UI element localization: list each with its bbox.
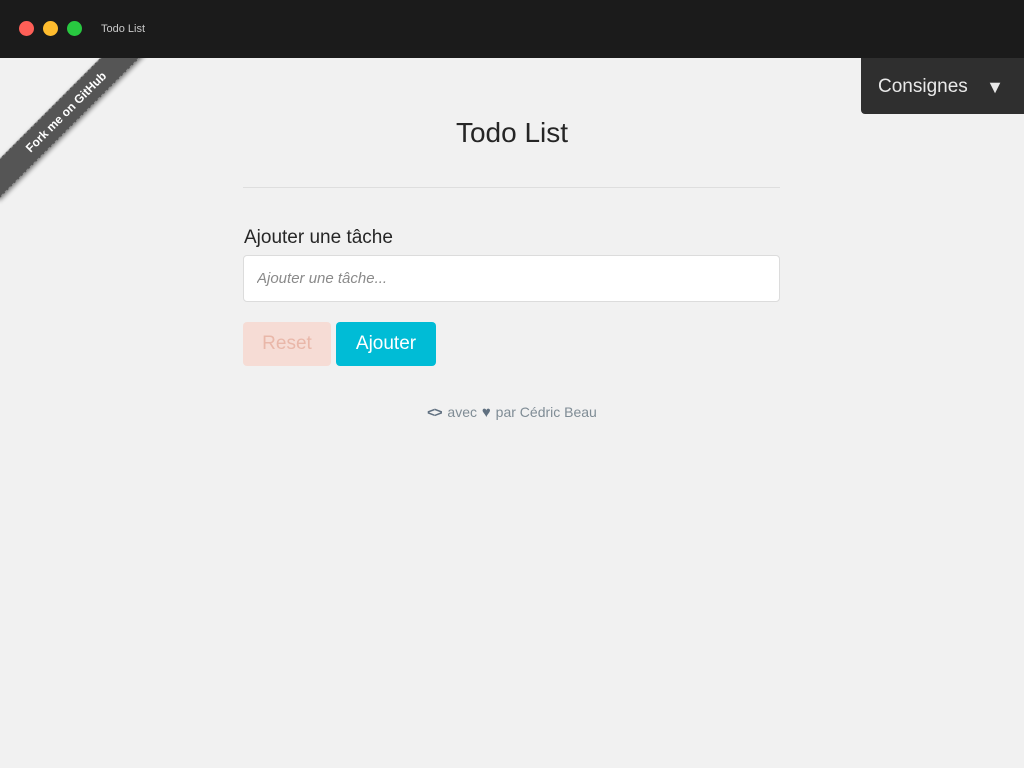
page-title: Todo List xyxy=(455,117,569,148)
footer-with-text: avec xyxy=(447,404,477,420)
window-titlebar: Todo List xyxy=(0,0,1024,58)
heart-icon: ♥ xyxy=(481,404,491,421)
footer: <> avec ♥ par Cédric Beau xyxy=(0,403,1024,422)
add-task-input[interactable] xyxy=(243,255,780,302)
window-title: Todo List xyxy=(101,23,146,35)
consignes-dropdown[interactable]: Consignes ▼ xyxy=(861,58,1024,114)
add-task-label: Ajouter une tâche xyxy=(244,227,393,248)
close-window-button[interactable] xyxy=(19,21,34,36)
consignes-label: Consignes xyxy=(878,76,968,97)
add-task-button[interactable]: Ajouter xyxy=(336,322,436,366)
reset-button[interactable]: Reset xyxy=(243,322,331,366)
divider xyxy=(243,187,780,188)
caret-down-icon: ▼ xyxy=(986,77,1004,97)
footer-author-text: par Cédric Beau xyxy=(495,404,597,420)
code-icon: <> xyxy=(427,404,442,420)
minimize-window-button[interactable] xyxy=(43,21,58,36)
maximize-window-button[interactable] xyxy=(67,21,82,36)
